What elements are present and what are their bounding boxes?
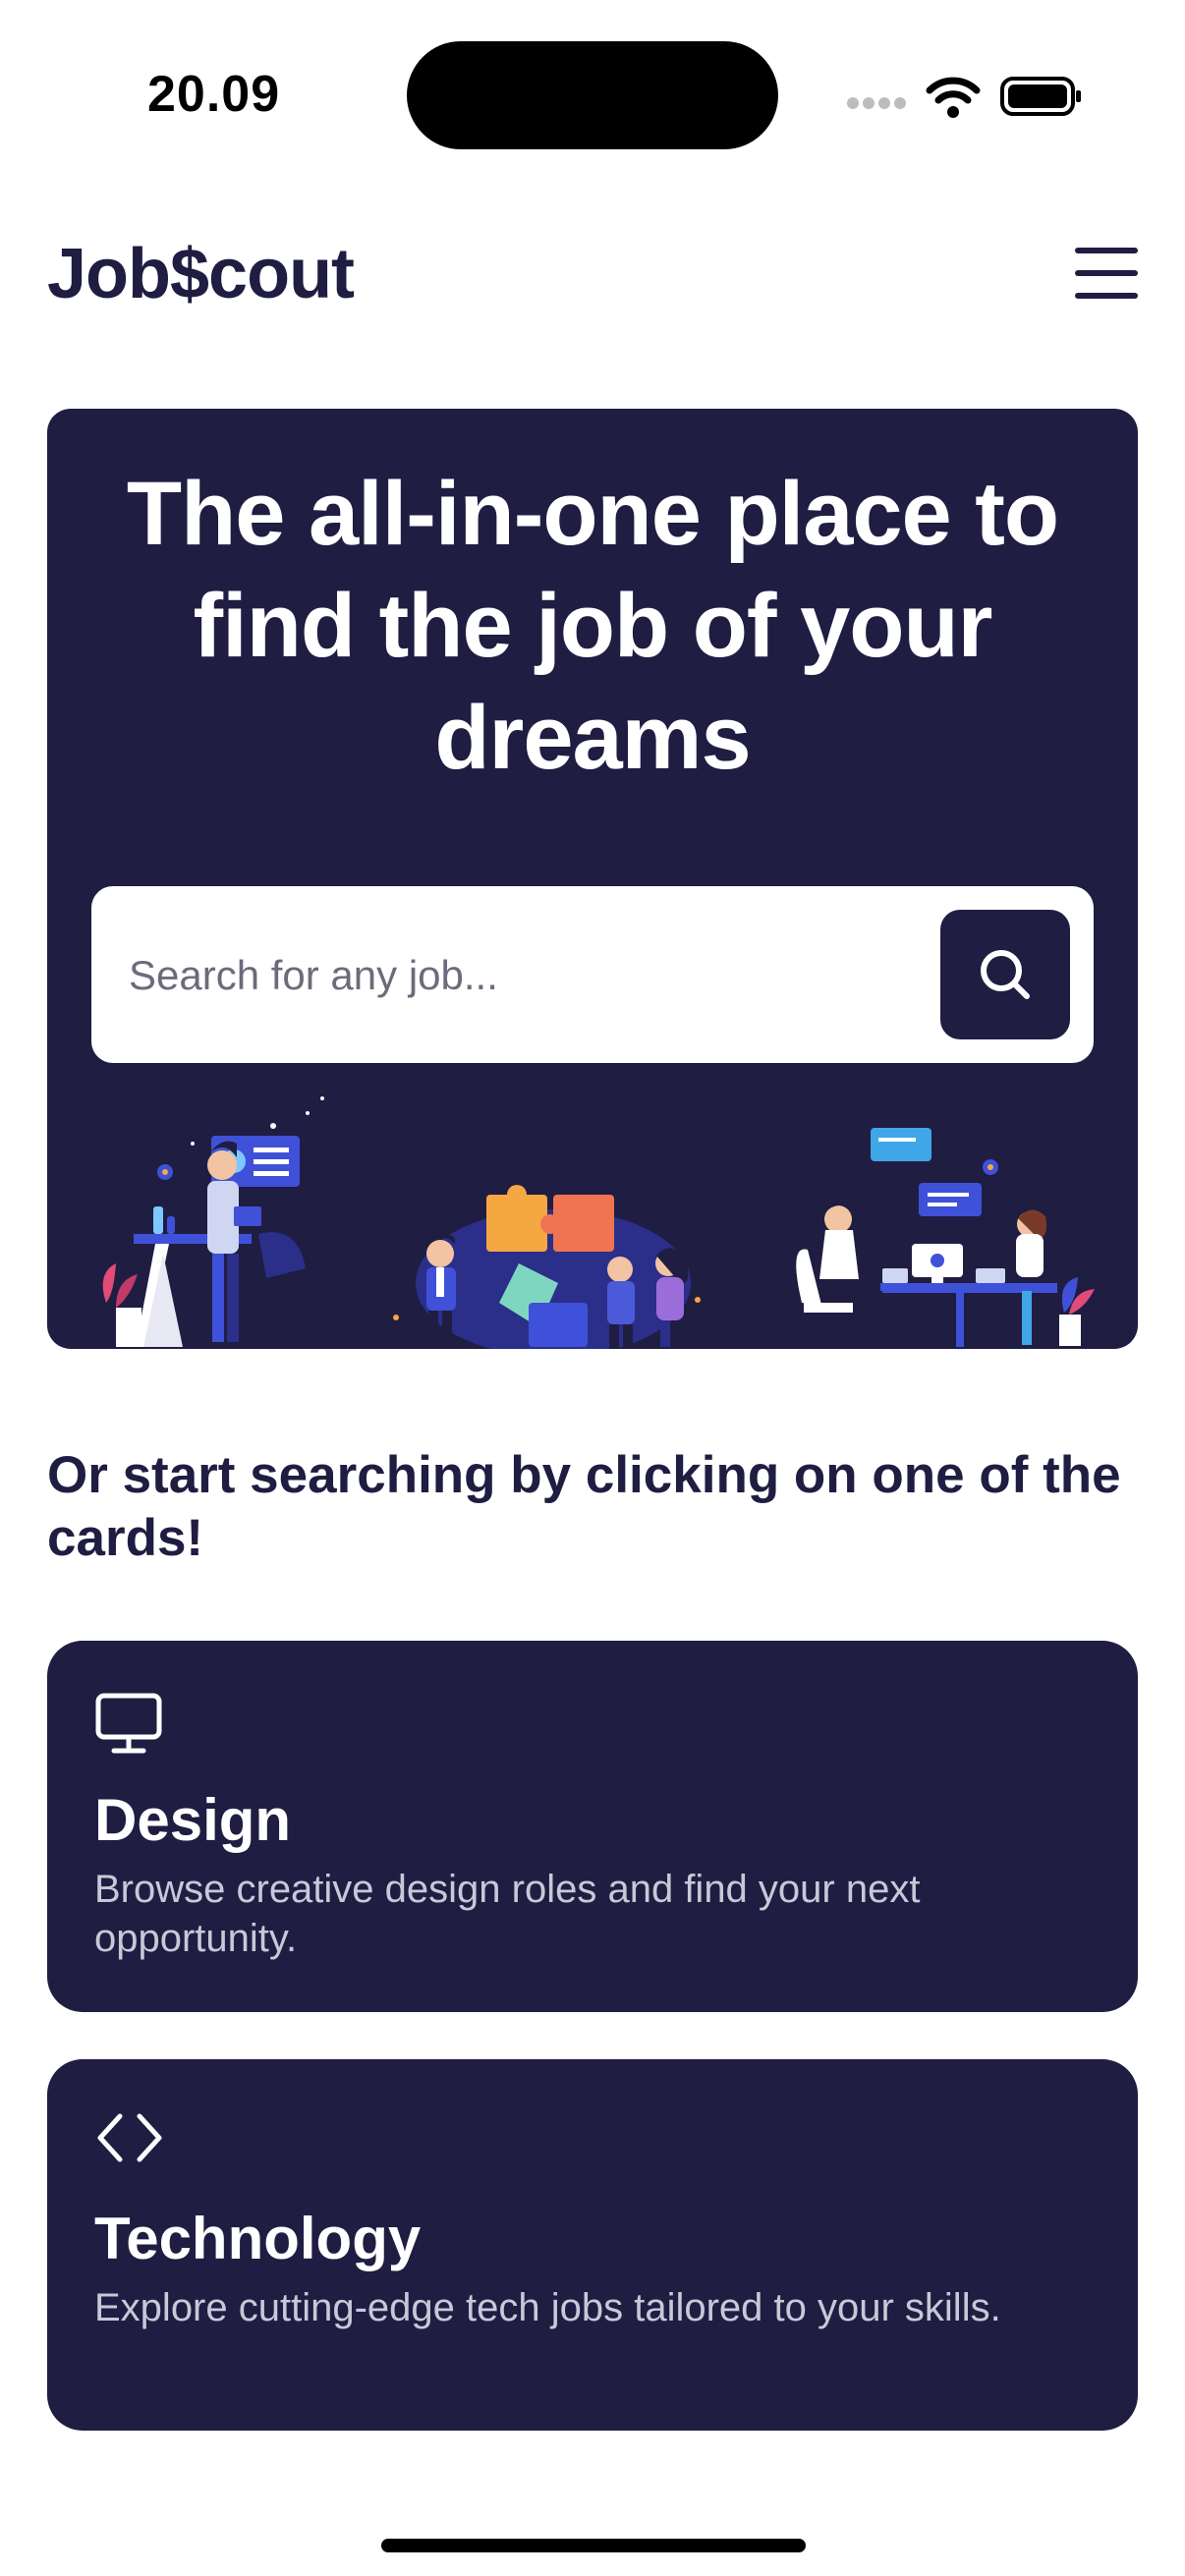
hamburger-menu-button[interactable] [1075,248,1138,299]
card-description: Browse creative design roles and find yo… [94,1868,921,1960]
cellular-signal-icon [847,97,906,109]
presenter-illustration [102,1096,324,1347]
card-title: Design [94,1787,292,1853]
menu-line-icon [1075,248,1138,253]
app-logo[interactable]: Job$cout [47,234,355,314]
hero-illustration [102,1096,1095,1349]
home-indicator[interactable] [381,2539,806,2552]
app-header: Job$cout [47,222,1138,330]
cards-subheading: Or start searching by clicking on one of… [47,1446,1121,1567]
search-icon [981,950,1030,999]
menu-line-icon [1075,270,1138,276]
monitor-icon [95,1693,162,1754]
hero-banner: The all-in-one place to find the job of … [47,409,1138,1349]
status-bar: 20.09 [0,0,1185,187]
menu-line-icon [1075,293,1138,299]
search-bar [91,886,1094,1063]
category-card-design[interactable]: Design Browse creative design roles and … [47,1641,1138,2012]
category-card-technology[interactable]: Technology Explore cutting-edge tech job… [47,2059,1138,2431]
status-time: 20.09 [147,66,281,123]
search-input[interactable] [127,925,897,1026]
office-desk-illustration [796,1128,1095,1347]
puzzle-team-illustration [393,1185,701,1349]
wifi-icon [926,77,981,118]
hero-title: The all-in-one place to find the job of … [126,464,1059,788]
card-title: Technology [94,2206,422,2271]
battery-icon [1000,77,1081,116]
dynamic-island [407,41,778,149]
search-button[interactable] [940,910,1070,1039]
card-description: Explore cutting-edge tech jobs tailored … [94,2286,1001,2329]
code-icon [97,2113,162,2162]
